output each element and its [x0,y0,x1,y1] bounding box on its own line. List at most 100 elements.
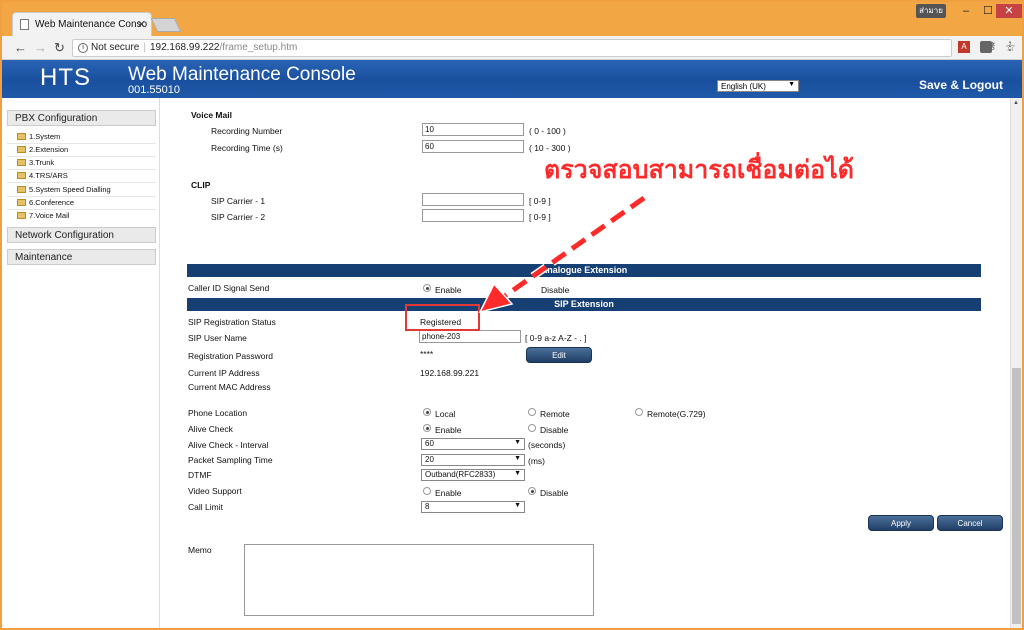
packet-sampling-label: Packet Sampling Time [188,455,273,465]
sip-user-name-range: [ 0-9 a-z A-Z - . ] [525,333,587,343]
caller-id-label: Caller ID Signal Send [188,283,270,293]
annotation-highlight-box [405,304,480,331]
location-remote-g729-label: Remote(G.729) [647,409,706,419]
alive-check-label: Alive Check [188,424,233,434]
browser-tab[interactable]: Web Maintenance Conso ✕ [12,12,152,36]
chevron-down-icon: ▼ [788,81,795,88]
chevron-down-icon: ▼ [514,455,521,462]
scrollbar-thumb[interactable] [1012,368,1021,624]
packet-unit: (ms) [528,456,545,466]
select-value: Outband(RFC2833) [425,470,496,479]
select-value: 8 [425,502,430,511]
memo-label: Memo [188,545,212,555]
scrollbar[interactable]: ▲ [1010,98,1022,628]
recording-number-input[interactable]: 10 [422,123,524,136]
call-limit-select[interactable]: 8 ▼ [421,501,525,513]
url-host: 192.168.99.222 [149,42,220,53]
sidebar-pbx-configuration[interactable]: PBX Configuration [7,110,156,126]
sidebar-item-label: 7.Voice Mail [29,211,70,220]
info-icon[interactable]: i [78,43,88,53]
dtmf-select[interactable]: Outband(RFC2833) ▼ [421,469,525,481]
app-title: Web Maintenance Console [128,64,356,85]
back-icon[interactable]: ← [14,40,27,55]
folder-icon [17,159,26,166]
annotation-arrow-icon [478,194,647,314]
call-limit-label: Call Limit [188,502,223,512]
sidebar-maintenance[interactable]: Maintenance [7,249,156,265]
language-select[interactable]: English (UK) ▼ [717,80,799,92]
sidebar-item-conference[interactable]: 6.Conference [17,198,74,207]
extension-icon[interactable] [980,41,992,53]
url-path: /frame_setup.htm [219,42,298,53]
registration-password-label: Registration Password [188,351,274,361]
sip-user-name-label: SIP User Name [188,333,247,343]
location-local-label: Local [435,409,456,419]
select-value: 20 [425,455,434,464]
browser-window: Web Maintenance Conso ✕ ส่ามาย – ☐ ✕ ← →… [0,0,1024,630]
alive-check-disable-radio[interactable] [528,424,536,432]
interval-unit: (seconds) [528,440,566,450]
packet-sampling-select[interactable]: 20 ▼ [421,454,525,466]
caller-id-enable-radio[interactable] [423,284,431,292]
new-tab-button[interactable] [150,18,182,32]
sidebar-item-voice-mail[interactable]: 7.Voice Mail [17,211,69,220]
security-label: Not secure [91,42,140,53]
forward-icon[interactable]: → [34,40,47,55]
sidebar-item-trunk[interactable]: 3.Trunk [17,158,54,167]
alive-check-disable-label: Disable [540,425,569,435]
sidebar-item-speed-dialling[interactable]: 5.System Speed Dialling [17,185,111,194]
recording-time-label: Recording Time (s) [211,143,283,153]
app-version: 001.55010 [128,84,180,96]
alive-check-enable-label: Enable [435,425,462,435]
location-local-radio[interactable] [423,408,431,416]
recording-time-input[interactable]: 60 [422,140,524,153]
video-enable-radio[interactable] [423,487,431,495]
user-badge[interactable]: ส่ามาย [916,4,946,18]
video-disable-label: Disable [540,488,569,498]
sidebar: PBX Configuration 1.System 2.Extension 3… [2,98,160,628]
sidebar-item-trs-ars[interactable]: 4.TRS/ARS [17,171,68,180]
folder-icon [17,212,26,219]
location-remote-label: Remote [540,409,570,419]
sidebar-item-label: 3.Trunk [29,158,55,167]
reload-icon[interactable]: ↻ [54,40,65,56]
minimize-icon[interactable]: – [956,4,976,18]
sip-carrier-1-label: SIP Carrier - 1 [211,196,266,206]
memo-textarea[interactable] [244,544,594,616]
browser-menu-icon[interactable]: ⋮ [1004,39,1016,53]
scroll-up-icon[interactable]: ▲ [1013,100,1019,106]
sidebar-item-label: 4.TRS/ARS [29,171,68,180]
recording-number-range: ( 0 - 100 ) [529,126,566,136]
current-ip-value: 192.168.99.221 [420,368,480,378]
address-bar-row: ← → ↻ i Not secure | 192.168.99.222/frame_… [2,36,1022,60]
dtmf-label: DTMF [188,470,212,480]
maximize-icon[interactable]: ☐ [978,4,998,18]
edit-password-button[interactable]: Edit [526,347,592,363]
sip-carrier-2-label: SIP Carrier - 2 [211,212,266,222]
alive-check-enable-radio[interactable] [423,424,431,432]
location-remote-radio[interactable] [528,408,536,416]
save-logout-link[interactable]: Save & Logout [919,78,1003,92]
video-enable-label: Enable [435,488,462,498]
url-input[interactable]: i Not secure | 192.168.99.222/frame_setup.… [72,39,1016,57]
voice-mail-heading: Voice Mail [191,110,232,120]
pdf-extension-icon[interactable]: A [958,41,970,53]
chevron-down-icon: ▼ [514,502,521,509]
registration-password-value: **** [420,349,434,359]
close-tab-icon[interactable]: ✕ [137,18,146,31]
folder-icon [17,146,26,153]
tab-title: Web Maintenance Conso [35,19,148,30]
apply-button[interactable]: Apply [868,515,934,531]
chevron-down-icon: ▼ [514,470,521,477]
sip-user-name-input[interactable]: phone-203 [419,330,521,343]
sidebar-network-configuration[interactable]: Network Configuration [7,227,156,243]
sidebar-item-extension[interactable]: 2.Extension [17,145,68,154]
close-window-icon[interactable]: ✕ [996,4,1022,18]
cancel-button[interactable]: Cancel [937,515,1003,531]
folder-icon [17,186,26,193]
video-disable-radio[interactable] [528,487,536,495]
alive-check-interval-select[interactable]: 60 ▼ [421,438,525,450]
clip-heading: CLIP [191,180,211,190]
location-remote-g729-radio[interactable] [635,408,643,416]
sidebar-item-system[interactable]: 1.System [17,132,60,141]
